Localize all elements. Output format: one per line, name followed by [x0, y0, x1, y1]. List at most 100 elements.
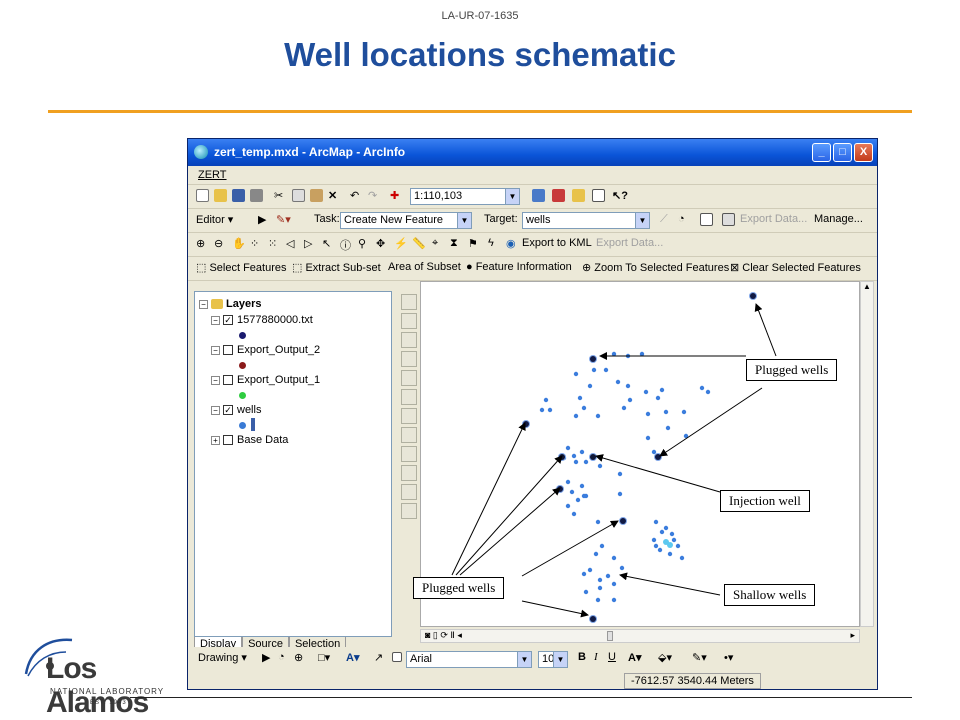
well-point[interactable] [675, 543, 681, 549]
plugged-well-point[interactable] [655, 454, 661, 460]
zoom-out-icon[interactable]: ⊖ [214, 237, 223, 250]
plugged-well-point[interactable] [590, 356, 596, 362]
map-scale-select[interactable]: 1:110,103 ▼ [410, 188, 520, 205]
select-elements-icon[interactable]: ▶ [262, 651, 270, 664]
well-point[interactable] [543, 397, 549, 403]
toc-root[interactable]: − Layers [199, 298, 261, 310]
well-point[interactable] [581, 571, 587, 577]
collapse-icon[interactable]: − [211, 345, 220, 355]
well-point[interactable] [573, 371, 579, 377]
redo-icon[interactable]: ↷ [368, 189, 377, 202]
plugged-well-point[interactable] [590, 616, 596, 622]
injection-well-point[interactable] [590, 454, 596, 460]
vertical-tool-icon[interactable] [401, 370, 417, 386]
zoom-selected-button[interactable]: ⊕ Zoom To Selected Features [582, 261, 729, 274]
manage-button[interactable]: Manage... [814, 213, 863, 225]
vertical-tool-icon[interactable] [401, 313, 417, 329]
rotate-tool-icon[interactable]: ◔ [678, 213, 685, 225]
editor-menu[interactable]: Editor ▾ [196, 213, 233, 226]
layer-checkbox[interactable] [223, 375, 233, 386]
area-of-subset-button[interactable]: Area of Subset [388, 261, 461, 273]
zoom-whole-page-icon[interactable]: ⊕ [294, 651, 303, 664]
plugged-well-point[interactable] [557, 486, 563, 492]
well-point[interactable] [645, 411, 651, 417]
map-canvas[interactable] [421, 282, 860, 627]
font-size-select[interactable]: 10 ▼ [538, 651, 568, 668]
well-point[interactable] [611, 351, 617, 357]
well-point[interactable] [581, 493, 587, 499]
well-point[interactable] [653, 543, 659, 549]
well-point[interactable] [597, 463, 603, 469]
minimize-button[interactable]: _ [812, 143, 831, 162]
font-family-select[interactable]: Arial ▼ [406, 651, 532, 668]
well-point[interactable] [665, 425, 671, 431]
well-point[interactable] [671, 537, 677, 543]
well-point[interactable] [611, 555, 617, 561]
well-point[interactable] [625, 383, 631, 389]
well-point[interactable] [653, 519, 659, 525]
well-point[interactable] [565, 503, 571, 509]
vertical-tool-icon[interactable] [401, 351, 417, 367]
map-view[interactable] [420, 281, 860, 627]
editor-toolbar-icon[interactable] [532, 189, 545, 202]
vertical-tool-icon[interactable] [401, 332, 417, 348]
well-point[interactable] [565, 479, 571, 485]
collapse-icon[interactable]: − [199, 299, 208, 309]
well-point[interactable] [603, 367, 609, 373]
drawing-menu[interactable]: Drawing ▾ [198, 651, 247, 664]
cut-icon[interactable]: ✂ [274, 189, 283, 202]
print-icon[interactable] [250, 189, 263, 202]
well-point[interactable] [615, 379, 621, 385]
well-point[interactable] [659, 529, 665, 535]
fill-color-icon[interactable]: ⬙▾ [658, 651, 672, 664]
task-select[interactable]: Create New Feature ▼ [340, 212, 472, 229]
select-elements-icon[interactable]: ↖ [322, 237, 331, 250]
add-data-icon[interactable]: ✚ [390, 189, 399, 202]
well-point[interactable] [657, 547, 663, 553]
window-titlebar[interactable]: zert_temp.mxd - ArcMap - ArcInfo _ □ X [188, 139, 877, 166]
pan-icon[interactable]: ✋ [232, 237, 246, 250]
well-point[interactable] [597, 585, 603, 591]
vertical-tool-icon[interactable] [401, 465, 417, 481]
text-tool-icon[interactable]: A▾ [346, 651, 359, 664]
toc-layer-1577880000[interactable]: − ✓ 1577880000.txt [211, 314, 313, 326]
well-point[interactable] [681, 409, 687, 415]
well-point[interactable] [605, 573, 611, 579]
time-slider-icon[interactable]: ⧗ [450, 237, 458, 250]
paste-icon[interactable] [310, 189, 323, 202]
clear-selected-button[interactable]: ⊠ Clear Selected Features [730, 261, 861, 274]
splined-text-icon[interactable]: ↗ [374, 651, 383, 664]
bold-button[interactable]: B [578, 651, 586, 663]
feature-information-button[interactable]: ● Feature Information [466, 261, 572, 273]
well-point[interactable] [669, 531, 675, 537]
well-point[interactable] [587, 383, 593, 389]
scroll-right-icon[interactable]: ▸ [850, 630, 855, 641]
well-point[interactable] [627, 397, 633, 403]
well-point[interactable] [571, 511, 577, 517]
vertical-tool-icon[interactable] [401, 389, 417, 405]
scroll-up-icon[interactable]: ▲ [861, 282, 873, 291]
well-point[interactable] [651, 449, 657, 455]
export-data-icon[interactable] [722, 213, 735, 226]
well-point[interactable] [611, 597, 617, 603]
well-point[interactable] [593, 551, 599, 557]
catalog-icon[interactable] [572, 189, 585, 202]
well-point[interactable] [705, 389, 711, 395]
export-kml-button[interactable]: Export to KML [522, 237, 592, 249]
sketch-tool-icon[interactable]: ✎▾ [276, 213, 291, 226]
edit-tool-icon[interactable]: ▶ [258, 213, 266, 226]
shallow-well-point[interactable] [667, 542, 673, 548]
split-tool-icon[interactable]: ⟋ [660, 213, 668, 226]
marker-color-icon[interactable]: •▾ [724, 651, 733, 664]
well-point[interactable] [569, 489, 575, 495]
well-point[interactable] [565, 445, 571, 451]
well-point[interactable] [575, 497, 581, 503]
map-tips-icon[interactable]: ⌖ [432, 237, 438, 250]
hyperlink-icon[interactable]: ⚡ [394, 237, 408, 250]
well-point[interactable] [679, 555, 685, 561]
help-icon[interactable]: ↖? [612, 189, 628, 202]
maximize-button[interactable]: □ [833, 143, 852, 162]
rotate-icon[interactable]: ◔ [278, 651, 285, 663]
well-point[interactable] [571, 453, 577, 459]
command-line-icon[interactable] [592, 189, 605, 202]
